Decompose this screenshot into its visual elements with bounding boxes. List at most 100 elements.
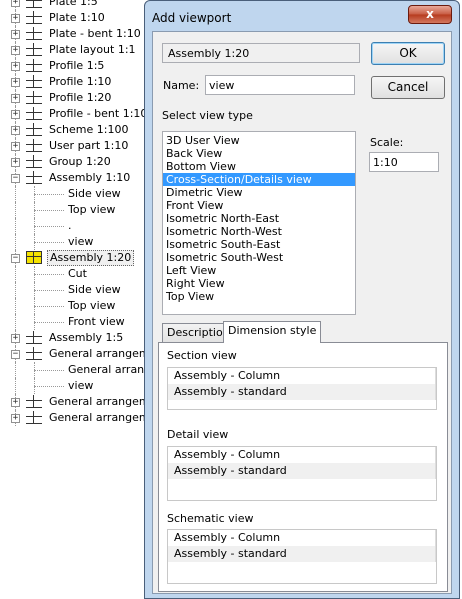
viewport-grid-icon <box>26 395 42 408</box>
source-viewport-value: Assembly 1:20 <box>168 47 250 60</box>
tree-connector <box>34 306 64 307</box>
tree-node[interactable]: + Profile 1:20 <box>0 90 150 106</box>
tree-node-label: Plate - bent 1:10 <box>49 27 141 40</box>
tree-child-item[interactable]: Cut <box>0 266 150 282</box>
expand-icon[interactable]: + <box>11 62 20 71</box>
expand-icon[interactable]: + <box>11 334 20 343</box>
viewport-grid-icon <box>26 75 42 88</box>
section-view-list[interactable]: Assembly - Column Assembly - standard <box>167 367 437 410</box>
tree-node[interactable]: − Assembly 1:10 <box>0 170 150 186</box>
list-item[interactable]: Assembly - Column <box>168 530 436 546</box>
tree-child-item[interactable]: view <box>0 234 150 250</box>
tree-child-label: view <box>68 235 94 248</box>
name-input[interactable]: view <box>205 75 355 95</box>
tree-connector <box>15 186 16 202</box>
tree-node[interactable]: + General arrangement <box>0 410 150 426</box>
tree-node[interactable]: + Plate 1:10 <box>0 10 150 26</box>
tree-child-item[interactable]: Side view <box>0 282 150 298</box>
view-type-list[interactable]: 3D User View Back View Bottom View Cross-Se… <box>162 131 356 315</box>
expand-icon[interactable]: + <box>11 0 20 7</box>
expand-icon[interactable]: + <box>11 142 20 151</box>
tree-node[interactable]: + User part 1:10 <box>0 138 150 154</box>
collapse-icon[interactable]: − <box>11 350 20 359</box>
tree-child-item[interactable]: Top view <box>0 202 150 218</box>
expand-icon[interactable]: + <box>11 46 20 55</box>
tree-child-label: Cut <box>68 267 87 280</box>
expand-icon[interactable]: + <box>11 398 20 407</box>
view-type-item[interactable]: Isometric South-West <box>163 251 355 264</box>
tree-node[interactable]: + Plate - bent 1:10 <box>0 26 150 42</box>
tree-node-label: Assembly 1:5 <box>49 331 124 344</box>
ok-button[interactable]: OK <box>371 42 445 65</box>
tree-node-label: Plate 1:10 <box>49 11 105 24</box>
expand-icon[interactable]: + <box>11 110 20 119</box>
view-type-item[interactable]: Isometric South-East <box>163 238 355 251</box>
tree-node[interactable]: + General arrangement <box>0 394 150 410</box>
tree-connector <box>34 210 64 211</box>
view-type-item[interactable]: Top View <box>163 290 355 303</box>
tree-node-label: Plate layout 1:1 <box>49 43 136 56</box>
view-type-item[interactable]: Isometric North-East <box>163 212 355 225</box>
detail-view-list[interactable]: Assembly - Column Assembly - standard <box>167 446 437 501</box>
list-item[interactable]: Assembly - standard <box>168 384 436 400</box>
tree-node[interactable]: + Profile 1:10 <box>0 74 150 90</box>
view-type-item[interactable]: 3D User View <box>163 134 355 147</box>
view-type-item[interactable]: Bottom View <box>163 160 355 173</box>
tree-child-item[interactable]: Top view <box>0 298 150 314</box>
tree-node[interactable]: + Profile - bent 1:10 <box>0 106 150 122</box>
viewport-grid-icon <box>26 0 42 8</box>
list-item[interactable]: Assembly - standard <box>168 546 436 562</box>
dimension-style-panel: Section view Assembly - Column Assembly … <box>158 342 448 592</box>
tree-child-label: Front view <box>68 315 125 328</box>
list-item[interactable]: Assembly - Column <box>168 368 436 384</box>
cancel-button[interactable]: Cancel <box>371 76 445 99</box>
collapse-icon[interactable]: − <box>11 254 20 263</box>
tree-child-item[interactable]: General arrange <box>0 362 150 378</box>
view-type-item[interactable]: Dimetric View <box>163 186 355 199</box>
tree-node[interactable]: + Group 1:20 <box>0 154 150 170</box>
expand-icon[interactable]: + <box>11 158 20 167</box>
expand-icon[interactable]: + <box>11 14 20 23</box>
tree-connector <box>34 242 64 243</box>
tree-child-item[interactable]: view <box>0 378 150 394</box>
list-item[interactable]: Assembly - Column <box>168 447 436 463</box>
expand-icon[interactable]: + <box>11 30 20 39</box>
tree-node-label: Scheme 1:100 <box>49 123 129 136</box>
expand-icon[interactable]: + <box>11 414 20 423</box>
expand-icon[interactable]: + <box>11 126 20 135</box>
close-button[interactable]: x <box>408 5 452 24</box>
scale-label: Scale: <box>370 136 404 149</box>
tree-node[interactable]: + Scheme 1:100 <box>0 122 150 138</box>
tree-node-label: Profile 1:10 <box>49 75 112 88</box>
tree-child-item[interactable]: Side view <box>0 186 150 202</box>
viewport-grid-icon <box>26 347 42 360</box>
tree-node[interactable]: + Profile 1:5 <box>0 58 150 74</box>
tree-node[interactable]: − Assembly 1:20 <box>0 250 150 266</box>
view-type-item[interactable]: Front View <box>163 199 355 212</box>
tree-node[interactable]: + Plate 1:5 <box>0 0 150 10</box>
tree-node[interactable]: + Plate layout 1:1 <box>0 42 150 58</box>
scale-input[interactable]: 1:10 <box>369 152 439 172</box>
dialog-client: Assembly 1:20 OK Cancel Name: view Selec… <box>152 31 452 594</box>
tab-description-label: Description <box>167 326 230 339</box>
collapse-icon[interactable]: − <box>11 174 20 183</box>
view-type-item[interactable]: Isometric North-West <box>163 225 355 238</box>
view-type-item[interactable]: Back View <box>163 147 355 160</box>
view-type-item[interactable]: Cross-Section/Details view <box>163 173 355 186</box>
scale-input-value: 1:10 <box>373 156 398 169</box>
tree-child-item[interactable]: Front view <box>0 314 150 330</box>
viewport-tree[interactable]: + Plate 1:5 + Plate 1:10 + Plate - bent 1:10 +… <box>0 0 150 599</box>
schematic-view-list[interactable]: Assembly - Column Assembly - standard <box>167 529 437 584</box>
tree-connector <box>15 202 16 218</box>
tree-child-item[interactable]: . <box>0 218 150 234</box>
tree-node[interactable]: − General arrangement <box>0 346 150 362</box>
list-item[interactable]: Assembly - standard <box>168 463 436 479</box>
dialog-titlebar[interactable]: Add viewport x <box>145 1 459 31</box>
view-type-item[interactable]: Left View <box>163 264 355 277</box>
tree-node[interactable]: + Assembly 1:5 <box>0 330 150 346</box>
expand-icon[interactable]: + <box>11 94 20 103</box>
tree-node-label: General arrangement <box>49 395 150 408</box>
tab-dimension-style[interactable]: Dimension style <box>223 321 322 343</box>
view-type-item[interactable]: Right View <box>163 277 355 290</box>
expand-icon[interactable]: + <box>11 78 20 87</box>
